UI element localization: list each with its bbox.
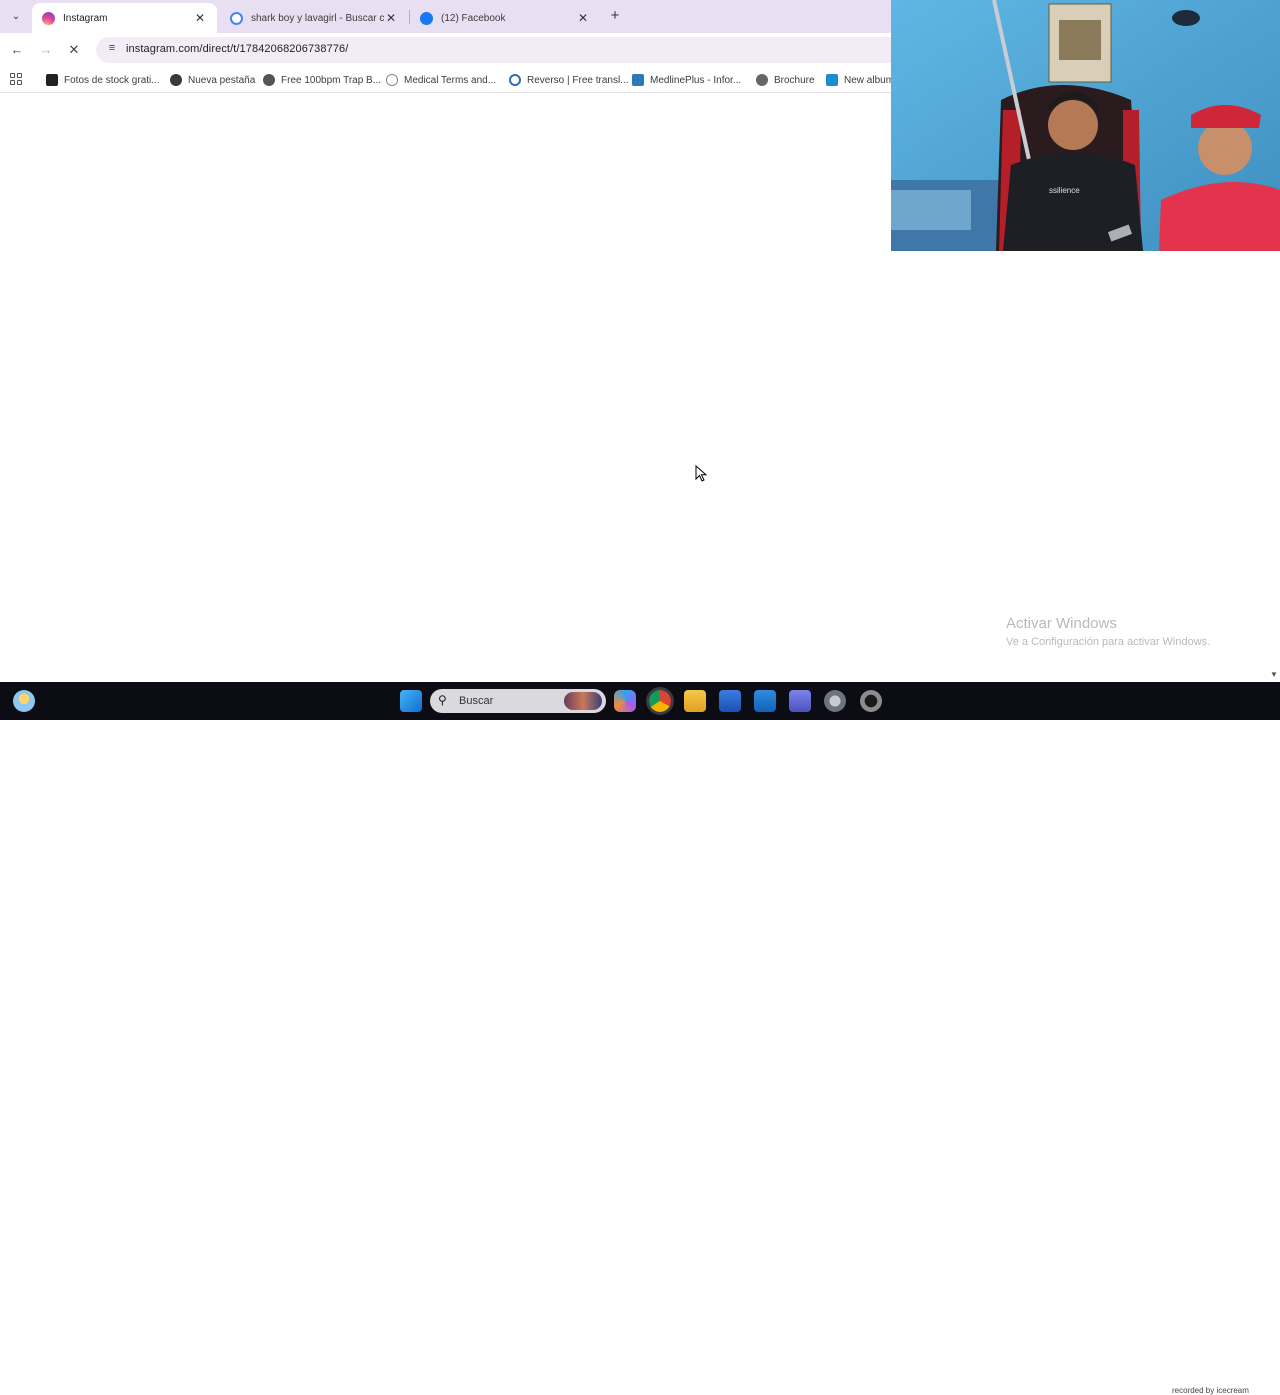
url-text[interactable]: instagram.com/direct/t/17842068206738776…: [126, 43, 348, 55]
tab-google-search[interactable]: shark boy y lavagirl - Buscar co ✕: [220, 3, 408, 33]
chrome-icon[interactable]: [649, 690, 671, 712]
instagram-icon: [42, 11, 55, 25]
bookmark-label: Medical Terms and...: [404, 74, 497, 86]
windows-taskbar: ⚲ Buscar recorded by icecream: [0, 682, 1280, 1395]
bookmark-new-album[interactable]: New album: [826, 72, 894, 88]
tab-title: shark boy y lavagirl - Buscar co: [251, 12, 384, 24]
mouse-pointer-icon: [695, 465, 707, 482]
weather-icon[interactable]: [13, 690, 35, 712]
music-icon: [263, 74, 275, 86]
close-icon[interactable]: ✕: [576, 11, 590, 25]
mail-icon[interactable]: [754, 690, 776, 712]
bookmark-brochure[interactable]: Brochure: [756, 72, 815, 88]
bookmark-label: Nueva pestaña: [188, 74, 256, 86]
album-icon: [826, 74, 838, 86]
activate-windows-watermark: Activar Windows Ve a Configuración para …: [1006, 615, 1210, 648]
bookmark-label: Free 100bpm Trap B...: [281, 74, 382, 86]
tab-title: Instagram: [63, 12, 108, 24]
apps-grid-icon[interactable]: [10, 73, 22, 85]
activate-windows-title: Activar Windows: [1006, 615, 1117, 632]
scroll-down-arrow-icon[interactable]: ▼: [1270, 670, 1278, 679]
file-explorer-icon[interactable]: [684, 690, 706, 712]
medline-icon: [632, 74, 644, 86]
microphone-icon[interactable]: [1106, 690, 1120, 712]
copilot-icon[interactable]: [614, 690, 636, 712]
tab-facebook[interactable]: (12) Facebook ✕: [410, 3, 600, 33]
bookmark-medlineplus[interactable]: MedlinePlus - Infor...: [632, 72, 741, 88]
svg-text:ssilience: ssilience: [1049, 186, 1080, 195]
tab-search-chevron-icon[interactable]: ⌄: [6, 6, 26, 26]
taskbar-search[interactable]: ⚲ Buscar: [430, 689, 606, 713]
site-info-icon[interactable]: ≡: [104, 42, 120, 58]
forward-arrow-icon[interactable]: →: [37, 41, 55, 59]
bookmark-label: New album: [844, 74, 895, 86]
photo-icon: [46, 74, 58, 86]
google-icon: [230, 11, 243, 25]
settings-icon[interactable]: [824, 690, 846, 712]
bookmark-nueva-pestana[interactable]: Nueva pestaña: [170, 72, 255, 88]
facebook-icon: [420, 11, 433, 25]
webcam-overlay: ssilience: [891, 0, 1280, 251]
activate-windows-subtitle: Ve a Configuración para activar Windows.: [1006, 636, 1211, 648]
brochure-icon: [756, 74, 768, 86]
close-icon[interactable]: ✕: [193, 11, 207, 25]
chrome-icon: [170, 74, 182, 86]
tab-instagram[interactable]: Instagram ✕: [32, 3, 217, 33]
bookmark-reverso[interactable]: Reverso | Free transl...: [509, 72, 629, 88]
close-icon[interactable]: ✕: [384, 11, 398, 25]
search-highlight-image: [564, 692, 602, 710]
recorder-watermark: recorded by icecream: [1172, 1386, 1249, 1395]
store-icon[interactable]: [719, 690, 741, 712]
globe-icon: [386, 74, 398, 86]
bookmark-free-trap-beat[interactable]: Free 100bpm Trap B...: [263, 72, 381, 88]
search-icon: ⚲: [438, 693, 447, 707]
bookmark-label: Fotos de stock grati...: [64, 74, 160, 86]
tab-title: (12) Facebook: [441, 12, 506, 24]
bookmark-medical-terms[interactable]: Medical Terms and...: [386, 72, 496, 88]
bookmark-label: Reverso | Free transl...: [527, 74, 629, 86]
reverso-icon: [509, 74, 521, 86]
windows-start-icon[interactable]: [400, 690, 422, 712]
bookmark-label: MedlinePlus - Infor...: [650, 74, 742, 86]
app-icon[interactable]: [860, 690, 882, 712]
search-placeholder: Buscar: [459, 695, 494, 707]
bookmark-label: Brochure: [774, 74, 815, 86]
teams-icon[interactable]: [789, 690, 811, 712]
stop-loading-icon[interactable]: ✕: [65, 41, 83, 59]
webcam-picture: ssilience: [891, 0, 1280, 251]
bookmark-fotos[interactable]: Fotos de stock grati...: [46, 72, 160, 88]
back-arrow-icon[interactable]: ←: [8, 41, 26, 59]
new-tab-button[interactable]: +: [606, 6, 624, 26]
